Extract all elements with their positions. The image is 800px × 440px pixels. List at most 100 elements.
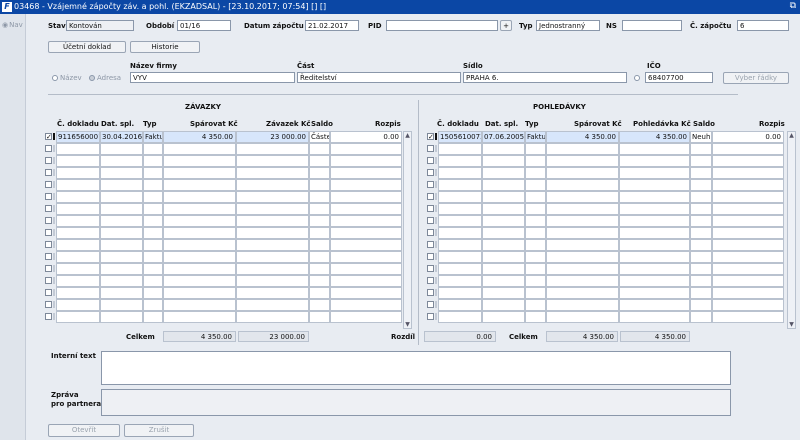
- pohledavky-cell-pohledavka[interactable]: [619, 179, 690, 191]
- zav-col-rozpis[interactable]: Rozpis: [375, 120, 401, 128]
- pohledavky-cell-sparovat[interactable]: [546, 191, 619, 203]
- pohledavky-cell-sparovat[interactable]: [546, 311, 619, 323]
- poh-col-sparovat[interactable]: Spárovat Kč: [574, 120, 622, 128]
- nazev-firmy-field[interactable]: VYV: [130, 72, 295, 83]
- pohledavky-cell-rozpis[interactable]: [712, 143, 784, 155]
- zavazky-cell-typ[interactable]: [143, 203, 163, 215]
- pohledavky-cell-sparovat[interactable]: [546, 215, 619, 227]
- zavazky-cell-rozpis[interactable]: [330, 155, 402, 167]
- pohledavky-cell-saldo[interactable]: [690, 311, 712, 323]
- zavazky-row-checkbox[interactable]: [45, 229, 52, 236]
- datum-field[interactable]: 21.02.2017: [305, 20, 359, 31]
- zavazky-cell-saldo[interactable]: Částe: [309, 131, 330, 143]
- zavazky-cell-typ[interactable]: [143, 179, 163, 191]
- zavazky-cell-dat[interactable]: [100, 311, 143, 323]
- pohledavky-cell-pohledavka[interactable]: [619, 299, 690, 311]
- zavazky-cell-sparovat[interactable]: [163, 275, 236, 287]
- pohledavky-cell-rozpis[interactable]: [712, 227, 784, 239]
- zavazky-cell-saldo[interactable]: [309, 263, 330, 275]
- zavazky-cell-doklad[interactable]: [56, 311, 100, 323]
- poh-col-doklad[interactable]: Č. dokladu: [437, 120, 479, 128]
- pohledavky-cell-saldo[interactable]: [690, 299, 712, 311]
- zavazky-cell-typ[interactable]: [143, 251, 163, 263]
- zavazky-scrollbar[interactable]: ▲ ▼: [403, 131, 412, 329]
- pohledavky-row-checkbox[interactable]: [427, 193, 434, 200]
- zavazky-cell-sparovat[interactable]: [163, 191, 236, 203]
- zavazky-cell-rozpis[interactable]: [330, 191, 402, 203]
- zavazky-cell-doklad[interactable]: [56, 203, 100, 215]
- zavazky-cell-zavazek[interactable]: [236, 215, 309, 227]
- pohledavky-cell-typ[interactable]: [525, 275, 546, 287]
- pohledavky-cell-typ[interactable]: [525, 215, 546, 227]
- zavazky-cell-zavazek[interactable]: [236, 287, 309, 299]
- pohledavky-cell-saldo[interactable]: [690, 287, 712, 299]
- pohledavky-cell-saldo[interactable]: [690, 155, 712, 167]
- pohledavky-row-checkbox[interactable]: [427, 181, 434, 188]
- pohledavky-cell-saldo[interactable]: [690, 143, 712, 155]
- zavazky-cell-sparovat[interactable]: [163, 263, 236, 275]
- pohledavky-row-checkbox[interactable]: [427, 301, 434, 308]
- pohledavky-cell-sparovat[interactable]: [546, 155, 619, 167]
- zavazky-row-checkbox[interactable]: [45, 193, 52, 200]
- pohledavky-cell-dat[interactable]: [482, 215, 525, 227]
- pohledavky-row-checkbox[interactable]: [427, 157, 434, 164]
- zavazky-cell-typ[interactable]: Faktu: [143, 131, 163, 143]
- zavazky-cell-saldo[interactable]: [309, 155, 330, 167]
- pohledavky-cell-rozpis[interactable]: 0.00: [712, 131, 784, 143]
- ucetni-doklad-button[interactable]: Účetní doklad: [48, 41, 126, 53]
- pohledavky-cell-dat[interactable]: [482, 263, 525, 275]
- zavazky-cell-saldo[interactable]: [309, 179, 330, 191]
- zavazky-cell-dat[interactable]: [100, 299, 143, 311]
- zavazky-cell-zavazek[interactable]: [236, 167, 309, 179]
- zavazky-cell-saldo[interactable]: [309, 275, 330, 287]
- pohledavky-cell-sparovat[interactable]: [546, 227, 619, 239]
- poh-col-saldo[interactable]: Saldo: [693, 120, 715, 128]
- zavazky-cell-rozpis[interactable]: 0.00: [330, 131, 402, 143]
- zavazky-cell-doklad[interactable]: [56, 167, 100, 179]
- pohledavky-cell-pohledavka[interactable]: [619, 191, 690, 203]
- zavazky-cell-typ[interactable]: [143, 275, 163, 287]
- pohledavky-cell-saldo[interactable]: [690, 251, 712, 263]
- interni-text-area[interactable]: [101, 351, 731, 385]
- pohledavky-cell-doklad[interactable]: [438, 143, 482, 155]
- pohledavky-cell-pohledavka[interactable]: [619, 215, 690, 227]
- zavazky-row-checkbox[interactable]: [45, 205, 52, 212]
- pohledavky-cell-typ[interactable]: [525, 311, 546, 323]
- cast-field[interactable]: Ředitelství: [297, 72, 461, 83]
- zavazky-cell-doklad[interactable]: [56, 251, 100, 263]
- cislo-zapoctu-field[interactable]: 6: [737, 20, 789, 31]
- stav-field[interactable]: Kontován: [66, 20, 134, 31]
- zavazky-row-checkbox[interactable]: [45, 241, 52, 248]
- pohledavky-cell-doklad[interactable]: [438, 191, 482, 203]
- zavazky-cell-dat[interactable]: [100, 251, 143, 263]
- pohledavky-cell-rozpis[interactable]: [712, 287, 784, 299]
- zavazky-row-checkbox[interactable]: [45, 217, 52, 224]
- pid-field[interactable]: [386, 20, 498, 31]
- zavazky-row-checkbox[interactable]: [45, 289, 52, 296]
- zavazky-row-checkbox[interactable]: [45, 301, 52, 308]
- pohledavky-cell-doklad[interactable]: [438, 179, 482, 191]
- zavazky-cell-zavazek[interactable]: [236, 275, 309, 287]
- zavazky-row-checkbox[interactable]: ✓: [45, 133, 52, 141]
- pohledavky-cell-dat[interactable]: [482, 179, 525, 191]
- pohledavky-cell-typ[interactable]: [525, 227, 546, 239]
- pohledavky-row-checkbox[interactable]: [427, 205, 434, 212]
- otevrit-button[interactable]: Otevřít: [48, 424, 120, 437]
- pohledavky-cell-doklad[interactable]: [438, 287, 482, 299]
- radio-nazev[interactable]: [52, 75, 58, 81]
- zavazky-row-checkbox[interactable]: [45, 181, 52, 188]
- zavazky-cell-doklad[interactable]: [56, 239, 100, 251]
- zavazky-cell-saldo[interactable]: [309, 167, 330, 179]
- pohledavky-cell-pohledavka[interactable]: [619, 311, 690, 323]
- zavazky-cell-rozpis[interactable]: [330, 299, 402, 311]
- zavazky-cell-zavazek[interactable]: [236, 311, 309, 323]
- zavazky-cell-zavazek[interactable]: [236, 227, 309, 239]
- pohledavky-cell-typ[interactable]: [525, 239, 546, 251]
- pohledavky-cell-rozpis[interactable]: [712, 263, 784, 275]
- zavazky-cell-zavazek[interactable]: [236, 191, 309, 203]
- zavazky-cell-zavazek[interactable]: [236, 263, 309, 275]
- pohledavky-cell-sparovat[interactable]: [546, 263, 619, 275]
- zavazky-cell-saldo[interactable]: [309, 227, 330, 239]
- zavazky-cell-rozpis[interactable]: [330, 251, 402, 263]
- pohledavky-cell-typ[interactable]: [525, 251, 546, 263]
